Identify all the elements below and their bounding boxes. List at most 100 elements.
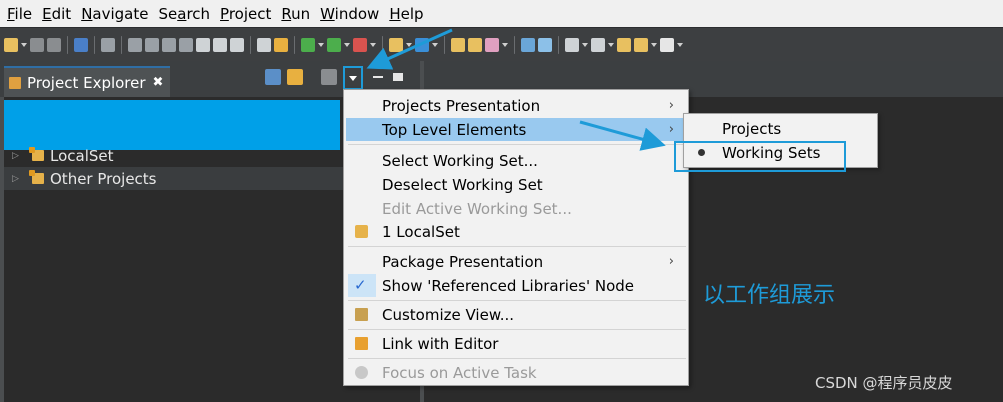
view-window-controls [373, 70, 403, 81]
check-icon: ✓ [354, 276, 367, 294]
menu-item-top-level-elements[interactable]: Top Level Elements › [346, 118, 686, 141]
chevron-down-icon[interactable] [582, 40, 588, 50]
chevron-right-icon: › [668, 254, 674, 269]
step-into-icon[interactable] [196, 37, 210, 52]
debug-icon[interactable] [301, 37, 315, 52]
menu-edit[interactable]: Edit [37, 5, 76, 23]
menu-search[interactable]: Search [153, 5, 215, 23]
menu-item-package-presentation[interactable]: Package Presentation › [346, 250, 686, 273]
suspend-icon[interactable] [145, 37, 159, 52]
drop-to-frame-icon[interactable] [274, 37, 288, 52]
menu-separator [348, 300, 686, 301]
chevron-down-icon[interactable] [370, 40, 376, 50]
view-toolbar [265, 69, 337, 85]
new-java-class-icon[interactable] [415, 37, 429, 52]
resume-icon[interactable] [128, 37, 142, 52]
menu-run[interactable]: Run [276, 5, 315, 23]
menu-file[interactable]: File [2, 5, 37, 23]
disconnect-icon[interactable] [179, 37, 193, 52]
focus-task-icon[interactable] [321, 69, 337, 85]
terminate-icon[interactable] [162, 37, 176, 52]
maximize-icon[interactable] [393, 73, 403, 81]
chevron-down-icon[interactable] [318, 40, 324, 50]
chevron-down-icon[interactable] [677, 40, 683, 50]
menu-separator [348, 144, 686, 145]
menu-item-show-referenced-libraries[interactable]: ✓ Show 'Referenced Libraries' Node [346, 274, 686, 297]
menu-window[interactable]: Window [315, 5, 384, 23]
tree-item-label: Other Projects [50, 169, 157, 188]
menu-project[interactable]: Project [215, 5, 276, 23]
menu-item-label: Top Level Elements [382, 120, 527, 139]
forward-icon[interactable] [660, 37, 674, 52]
tree-item-label: LocalSet [50, 146, 114, 165]
menu-item-focus-on-active-task: Focus on Active Task [346, 361, 686, 384]
highlight-box-working-sets [674, 141, 846, 172]
working-set-icon [29, 170, 44, 184]
expand-icon[interactable]: ▷ [12, 151, 22, 161]
tab-project-explorer[interactable]: Project Explorer ✖ [4, 66, 170, 97]
toolbar-separator [382, 35, 383, 54]
new-java-project-icon[interactable] [389, 37, 403, 52]
menu-item-deselect-working-set[interactable]: Deselect Working Set [346, 173, 686, 196]
menu-item-link-with-editor[interactable]: Link with Editor [346, 332, 686, 355]
run-icon[interactable] [327, 37, 341, 52]
new-icon[interactable] [4, 37, 18, 52]
menu-navigate[interactable]: Navigate [76, 5, 153, 23]
menu-item-label: 1 LocalSet [382, 222, 460, 241]
menu-separator [348, 246, 686, 247]
link-with-editor-icon[interactable] [287, 69, 303, 85]
menu-item-label: Focus on Active Task [382, 363, 537, 382]
menu-item-label: Projects [722, 119, 782, 138]
save-icon[interactable] [30, 37, 44, 52]
menu-item-customize-view[interactable]: Customize View... [346, 303, 686, 326]
toolbar-separator [514, 35, 515, 54]
skip-breakpoints-icon[interactable] [101, 37, 115, 52]
customize-icon [355, 308, 368, 321]
save-all-icon[interactable] [47, 37, 61, 52]
external-tools-icon[interactable] [353, 37, 367, 52]
annotation-icon[interactable] [565, 37, 579, 52]
open-task-icon[interactable] [468, 37, 482, 52]
menu-item-projects-presentation[interactable]: Projects Presentation › [346, 94, 686, 117]
step-return-icon[interactable] [230, 37, 244, 52]
terminal-icon[interactable] [74, 37, 88, 52]
link-with-editor-icon [355, 337, 368, 350]
search-icon[interactable] [538, 37, 552, 52]
menu-item-label: Projects Presentation [382, 96, 541, 115]
main-toolbar [0, 27, 1003, 61]
collapse-all-icon[interactable] [265, 69, 281, 85]
menu-item-label: Show 'Referenced Libraries' Node [382, 276, 635, 295]
toolbar-separator [250, 35, 251, 54]
view-menu-button[interactable] [343, 66, 363, 90]
next-annotation-icon[interactable] [591, 37, 605, 52]
close-icon[interactable]: ✖ [153, 75, 164, 90]
chevron-down-icon[interactable] [21, 40, 27, 50]
chevron-right-icon: › [668, 98, 674, 113]
open-type-icon[interactable] [451, 37, 465, 52]
last-edit-icon[interactable] [617, 37, 631, 52]
toolbar-separator [121, 35, 122, 54]
chevron-down-icon[interactable] [344, 40, 350, 50]
toolbar-separator [94, 35, 95, 54]
minimize-icon[interactable] [373, 76, 383, 78]
menu-help[interactable]: Help [384, 5, 428, 23]
menu-separator [348, 329, 686, 330]
chevron-down-icon[interactable] [608, 40, 614, 50]
use-step-filters-icon[interactable] [257, 37, 271, 52]
chevron-down-icon[interactable] [502, 40, 508, 50]
expand-icon[interactable]: ▷ [12, 174, 22, 184]
chevron-down-icon[interactable] [651, 40, 657, 50]
submenu-item-projects[interactable]: Projects [686, 117, 877, 140]
menu-item-select-working-set[interactable]: Select Working Set... [346, 149, 686, 172]
back-icon[interactable] [634, 37, 648, 52]
step-over-icon[interactable] [213, 37, 227, 52]
chevron-down-icon[interactable] [432, 40, 438, 50]
chevron-down-icon[interactable] [406, 40, 412, 50]
menu-item-localset[interactable]: 1 LocalSet [346, 220, 686, 243]
menu-separator [348, 358, 686, 359]
redaction-block [4, 100, 340, 150]
menu-item-label: Edit Active Working Set... [382, 199, 572, 218]
pen-icon[interactable] [485, 37, 499, 52]
globe-icon[interactable] [521, 37, 535, 52]
toolbar-separator [444, 35, 445, 54]
